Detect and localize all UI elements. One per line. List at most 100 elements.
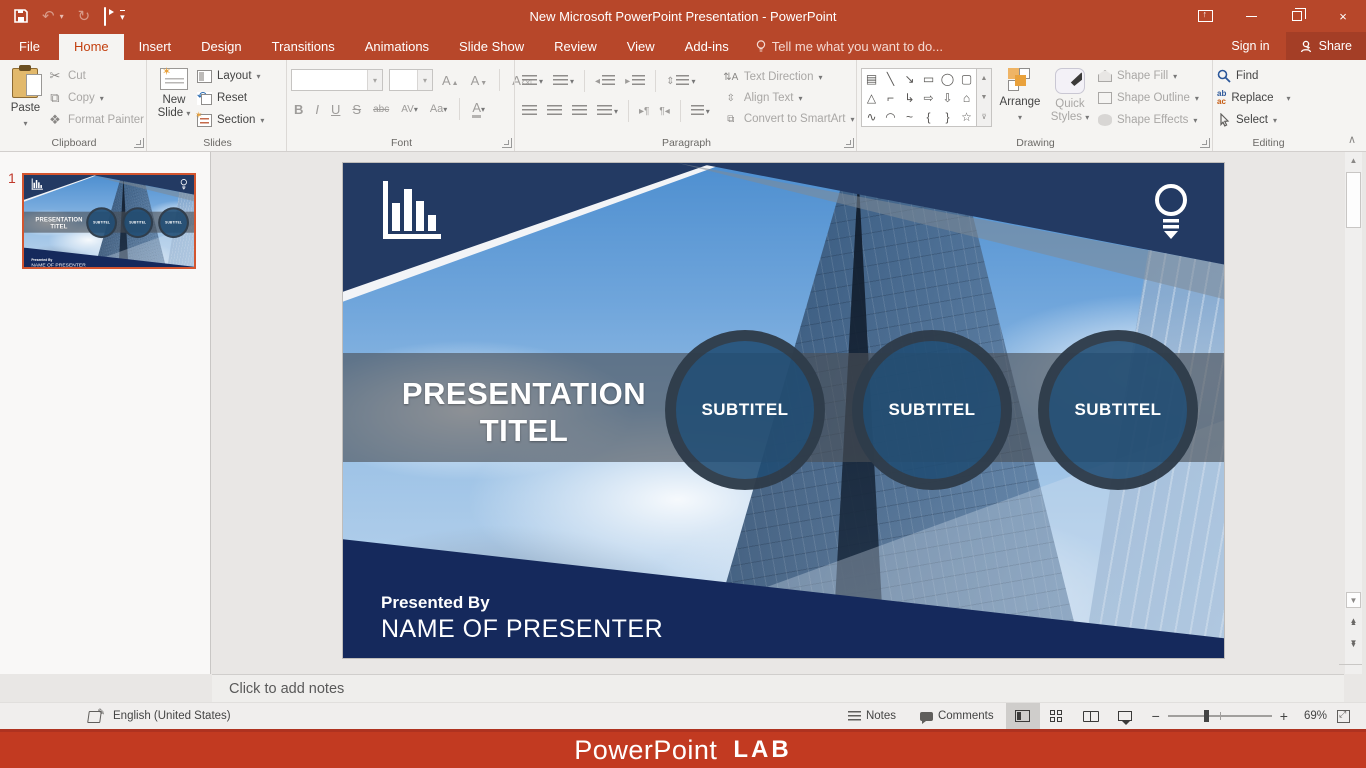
customize-qat-icon[interactable]: ▾ [120, 9, 125, 23]
tab-file[interactable]: File [0, 34, 59, 60]
cut-button[interactable]: ✂ Cut [47, 68, 144, 84]
clipboard-dialog-launcher[interactable] [134, 138, 144, 148]
tab-review[interactable]: Review [539, 34, 612, 60]
font-name-combo[interactable]: ▾ [291, 69, 383, 91]
layout-button[interactable]: Layout ▾ [197, 68, 264, 84]
justify-button[interactable]: ▾ [594, 103, 621, 119]
shape-triangle-icon[interactable]: △ [862, 88, 881, 107]
shape-down-arrow-icon[interactable]: ⇩ [938, 88, 957, 107]
numbering-button[interactable]: ▾ [550, 73, 577, 89]
tell-me-box[interactable]: Tell me what you want to do... [744, 34, 955, 60]
ribbon-display-options-icon[interactable] [1182, 0, 1228, 32]
subtitle-circle-3[interactable]: SUBTITEL [1038, 330, 1198, 490]
share-button[interactable]: Share [1285, 32, 1366, 60]
shape-line-icon[interactable]: ╲ [881, 69, 900, 88]
underline-button[interactable]: U [328, 102, 343, 117]
previous-slide-button[interactable]: ▲ ▲ [1346, 617, 1361, 628]
spellcheck-icon[interactable] [88, 707, 105, 723]
zoom-in-button[interactable]: + [1280, 708, 1288, 724]
shrink-font-button[interactable]: A ▼ [468, 73, 491, 88]
fit-slide-button[interactable] [1337, 709, 1350, 723]
paste-button[interactable]: Paste ▾ [4, 62, 47, 134]
font-size-combo[interactable]: ▾ [389, 69, 433, 91]
shape-scribble-icon[interactable]: ∿ [862, 107, 881, 126]
tab-home[interactable]: Home [58, 34, 124, 60]
subtitle-circle-2[interactable]: SUBTITEL [852, 330, 1012, 490]
arrange-button[interactable]: Arrange ▾ [992, 62, 1048, 134]
undo-icon[interactable]: ↶ [42, 9, 55, 24]
font-dialog-launcher[interactable] [502, 138, 512, 148]
sign-in-link[interactable]: Sign in [1215, 39, 1285, 53]
collapse-ribbon-icon[interactable]: ∧ [1348, 133, 1356, 146]
zoom-slider[interactable] [1167, 710, 1272, 722]
zoom-slider-handle[interactable] [1204, 710, 1210, 722]
columns-button[interactable]: ▾ [688, 103, 713, 119]
strikethrough-button[interactable]: S [349, 102, 364, 117]
convert-smartart-button[interactable]: ⧉ Convert to SmartArt ▾ [723, 111, 854, 127]
align-text-button[interactable]: ⇳ Align Text ▾ [723, 90, 855, 106]
quick-styles-button[interactable]: Quick Styles ▾ [1048, 62, 1092, 134]
align-left-button[interactable] [519, 103, 540, 119]
format-painter-button[interactable]: ❖ Format Painter [47, 112, 144, 128]
slide-thumbnail-panel[interactable]: 1 PRESENTATION TITEL SUBTITEL SUBTITEL S… [0, 152, 211, 674]
minimize-button[interactable] [1228, 0, 1274, 32]
text-direction-button[interactable]: ⇅A Text Direction ▾ [723, 69, 855, 85]
decrease-indent-button[interactable]: ◂ [592, 73, 618, 89]
bullets-button[interactable]: ▾ [519, 73, 546, 89]
shape-effects-button[interactable]: Shape Effects ▾ [1098, 112, 1199, 128]
replace-button[interactable]: ab ac Replace ▾ [1217, 90, 1291, 106]
subtitle-circle-3[interactable]: SUBTITEL [158, 207, 190, 239]
slide-thumbnail[interactable]: PRESENTATION TITEL SUBTITEL SUBTITEL SUBT… [22, 173, 196, 269]
find-button[interactable]: Find [1217, 68, 1291, 84]
bold-button[interactable]: B [291, 102, 306, 117]
shape-arc-icon[interactable]: ◠ [881, 107, 900, 126]
comments-toggle[interactable]: Comments [908, 703, 1006, 730]
normal-view-button[interactable] [1005, 702, 1040, 730]
subtitle-circle-1[interactable]: SUBTITEL [665, 330, 825, 490]
select-button[interactable]: Select ▾ [1217, 112, 1291, 128]
paragraph-dialog-launcher[interactable] [844, 138, 854, 148]
tab-animations[interactable]: Animations [350, 34, 444, 60]
notes-toggle[interactable]: Notes [836, 703, 908, 730]
abc-strike-button[interactable]: abc [370, 104, 392, 115]
undo-caret-icon[interactable]: ▾ [60, 12, 64, 21]
shape-left-brace-icon[interactable]: { [919, 107, 938, 126]
char-spacing-button[interactable]: AV ▾ [398, 104, 421, 115]
rtl-button[interactable]: ¶◂ [656, 104, 672, 119]
shape-elbow-arrow-icon[interactable]: ↳ [900, 88, 919, 107]
slide-canvas[interactable]: PRESENTATION TITEL SUBTITEL SUBTITEL SUBT… [24, 175, 194, 267]
shape-rounded-rect-icon[interactable]: ▢ [957, 69, 976, 88]
tab-insert[interactable]: Insert [124, 34, 187, 60]
zoom-level[interactable]: 69% [1298, 710, 1333, 722]
reading-view-button[interactable] [1074, 703, 1108, 730]
language-status[interactable]: English (United States) [113, 710, 231, 722]
increase-indent-button[interactable]: ▸ [622, 73, 648, 89]
section-button[interactable]: Section▾ [195, 110, 264, 128]
tab-design[interactable]: Design [186, 34, 256, 60]
shapes-gallery[interactable]: ▤ ╲ ↘ ▭ ◯ ▢ △ ⌐ ↳ ⇨ ⇩ ⌂ ∿ ◠ ~ {} ☆ [861, 68, 977, 127]
zoom-out-button[interactable]: − [1152, 708, 1160, 724]
drawing-dialog-launcher[interactable] [1200, 138, 1210, 148]
shape-arrow-icon[interactable]: ↘ [900, 69, 919, 88]
italic-button[interactable]: I [312, 102, 322, 117]
scrollbar-thumb[interactable] [1346, 172, 1361, 228]
slide-title[interactable]: PRESENTATION TITEL [31, 216, 87, 230]
shape-curve-icon[interactable]: ~ [900, 107, 919, 126]
restore-button[interactable] [1274, 0, 1320, 32]
presenter-block[interactable]: Presented By NAME OF PRESENTER [31, 258, 85, 267]
font-color-button[interactable]: A ▾ [469, 100, 488, 118]
notes-pane[interactable]: Click to add notes [212, 674, 1344, 702]
copy-button[interactable]: ⧉ Copy ▾ [47, 90, 144, 106]
shape-right-arrow-icon[interactable]: ⇨ [919, 88, 938, 107]
align-right-button[interactable] [569, 103, 590, 119]
redo-icon[interactable]: ↻ [78, 9, 91, 24]
shape-freeform-icon[interactable]: ⌂ [957, 88, 976, 107]
slide-title[interactable]: PRESENTATION TITEL [379, 375, 669, 449]
subtitle-circle-2[interactable]: SUBTITEL [122, 207, 154, 239]
ltr-button[interactable]: ▸¶ [636, 104, 652, 119]
grow-font-button[interactable]: A ▲ [439, 73, 462, 88]
shape-rectangle-icon[interactable]: ▭ [919, 69, 938, 88]
reset-button[interactable]: Reset [197, 89, 264, 106]
shape-right-brace-icon[interactable]: } [938, 107, 957, 126]
shape-fill-button[interactable]: Shape Fill ▾ [1098, 68, 1199, 84]
